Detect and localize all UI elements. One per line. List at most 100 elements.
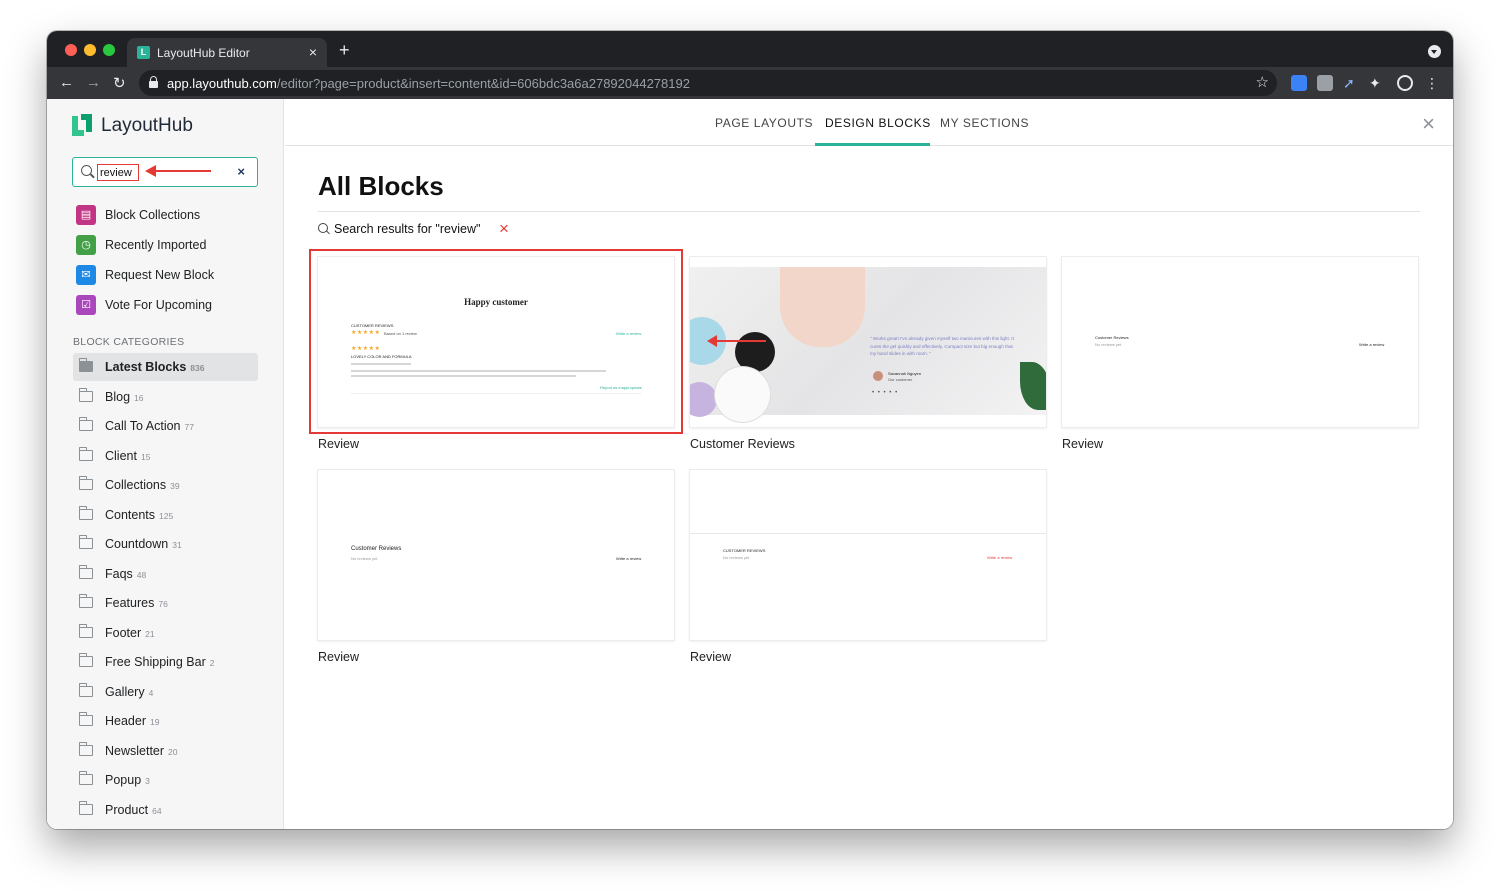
category-contents[interactable]: Contents 125 xyxy=(73,501,258,529)
category-client[interactable]: Client 15 xyxy=(73,442,258,470)
category-latest-blocks[interactable]: Latest Blocks 836 xyxy=(73,353,258,381)
top-navigation: PAGE LAYOUTS DESIGN BLOCKS MY SECTIONS × xyxy=(285,99,1453,146)
forward-arrow-icon[interactable]: → xyxy=(86,74,101,91)
jar-image xyxy=(690,382,717,417)
search-icon xyxy=(318,223,328,233)
reload-icon[interactable]: ↻ xyxy=(113,74,126,92)
folder-icon xyxy=(79,683,93,697)
category-product[interactable]: Product 64 xyxy=(73,796,258,824)
thumb-subtitle: No reviews yet xyxy=(351,556,378,561)
back-arrow-icon[interactable]: ← xyxy=(59,74,74,91)
block-card-label: Review xyxy=(318,437,359,451)
category-label: Client xyxy=(105,449,137,463)
address-bar[interactable]: app.layouthub.com/editor?page=product&in… xyxy=(139,70,1277,96)
block-card[interactable]: CUSTOMER REVIEWS No reviews yet Write a … xyxy=(690,470,1046,670)
browser-window: L LayoutHub Editor × + ← → ↻ app.layouth… xyxy=(47,31,1453,829)
minimize-window-button[interactable] xyxy=(84,44,96,56)
block-categories-heading: BLOCK CATEGORIES xyxy=(73,336,185,348)
category-features[interactable]: Features 76 xyxy=(73,589,258,617)
category-label: Call To Action xyxy=(105,419,181,433)
category-call-to-action[interactable]: Call To Action 77 xyxy=(73,412,258,440)
close-window-button[interactable] xyxy=(65,44,77,56)
more-vertical-icon[interactable]: ⋮ xyxy=(1425,75,1441,91)
block-search-box[interactable]: × xyxy=(72,157,258,187)
extension-icon[interactable] xyxy=(1317,75,1333,91)
tab-title: LayoutHub Editor xyxy=(157,46,250,60)
block-search-input[interactable] xyxy=(97,164,139,181)
tab-close-icon[interactable]: × xyxy=(309,44,317,60)
mail-icon: ✉ xyxy=(76,265,96,285)
active-tab-indicator xyxy=(815,143,930,146)
block-thumbnail[interactable]: Customer Reviews No reviews yet Write a … xyxy=(318,470,674,640)
puzzle-icon[interactable]: ✦ xyxy=(1369,75,1385,91)
layouthub-favicon-icon: L xyxy=(137,46,150,59)
category-label: Newsletter xyxy=(105,744,165,758)
layouthub-logo-icon xyxy=(72,114,94,136)
category-footer[interactable]: Footer 21 xyxy=(73,619,258,647)
browser-tab[interactable]: L LayoutHub Editor × xyxy=(127,38,327,67)
sidebar-item-label: Request New Block xyxy=(105,268,215,282)
block-thumbnail[interactable]: Customer Reviews No reviews yet Write a … xyxy=(1062,257,1418,427)
block-card[interactable]: Customer Reviews No reviews yet Write a … xyxy=(1062,257,1418,457)
category-gallery[interactable]: Gallery 4 xyxy=(73,678,258,706)
thumb-write-link: Write a review xyxy=(1359,342,1385,347)
category-count: 15 xyxy=(140,452,151,462)
category-popup[interactable]: Popup 3 xyxy=(73,766,258,794)
thumb-title: CUSTOMER REVIEWS xyxy=(723,548,766,553)
logo-text: LayoutHub xyxy=(101,115,193,136)
carousel-dots: • • • • • xyxy=(872,390,899,396)
block-thumbnail[interactable]: CUSTOMER REVIEWS No reviews yet Write a … xyxy=(690,470,1046,640)
category-label: Free Shipping Bar xyxy=(105,655,206,669)
clear-search-icon[interactable]: × xyxy=(237,164,245,179)
category-free-shipping-bar[interactable]: Free Shipping Bar 2 xyxy=(73,648,258,676)
rocket-icon[interactable]: ➚ xyxy=(1343,75,1359,91)
folder-icon xyxy=(79,742,93,756)
category-count: 836 xyxy=(190,363,205,373)
profile-avatar-icon[interactable] xyxy=(1397,75,1413,91)
category-blog[interactable]: Blog 16 xyxy=(73,383,258,411)
category-label: Latest Blocks xyxy=(105,360,187,374)
thumb-write-link: Write a review xyxy=(616,556,642,561)
category-countdown[interactable]: Countdown 31 xyxy=(73,530,258,558)
category-label: Footer xyxy=(105,626,142,640)
category-collections[interactable]: Collections 39 xyxy=(73,471,258,499)
tab-my-sections[interactable]: MY SECTIONS xyxy=(940,116,1029,130)
category-label: Product xyxy=(105,803,149,817)
category-label: Contents xyxy=(105,508,156,522)
category-newsletter[interactable]: Newsletter 20 xyxy=(73,737,258,765)
tab-page-layouts[interactable]: PAGE LAYOUTS xyxy=(715,116,813,130)
thumb-role: Our customer xyxy=(888,377,913,382)
block-card[interactable]: " Works great! I've already given myself… xyxy=(690,257,1046,457)
sidebar-item-label: Recently Imported xyxy=(105,238,207,252)
extension-icon[interactable] xyxy=(1291,75,1307,91)
folder-icon xyxy=(79,358,93,372)
clear-results-icon[interactable]: × xyxy=(499,219,509,239)
new-tab-button[interactable]: + xyxy=(339,41,350,59)
category-label: Features xyxy=(105,596,155,610)
category-faqs[interactable]: Faqs 48 xyxy=(73,560,258,588)
bookmark-star-icon[interactable]: ☆ xyxy=(1256,73,1269,91)
category-count: 3 xyxy=(145,776,150,786)
maximize-window-button[interactable] xyxy=(103,44,115,56)
tab-search-icon[interactable] xyxy=(1428,45,1441,58)
tab-design-blocks[interactable]: DESIGN BLOCKS xyxy=(825,116,931,130)
block-card[interactable]: Customer Reviews No reviews yet Write a … xyxy=(318,470,674,670)
category-count: 4 xyxy=(148,688,154,698)
divider xyxy=(690,533,1046,534)
category-label: Countdown xyxy=(105,537,169,551)
folder-icon xyxy=(79,417,93,431)
category-header[interactable]: Header 19 xyxy=(73,707,258,735)
folder-icon xyxy=(79,476,93,490)
sidebar-item-label: Vote For Upcoming xyxy=(105,298,212,312)
checkbox-icon: ☑ xyxy=(76,295,96,315)
category-label: Popup xyxy=(105,773,142,787)
folder-icon xyxy=(79,771,93,785)
block-thumbnail[interactable]: " Works great! I've already given myself… xyxy=(690,257,1046,427)
category-count: 2 xyxy=(209,658,215,668)
close-icon[interactable]: × xyxy=(1422,111,1435,137)
avatar xyxy=(873,371,883,381)
category-count: 39 xyxy=(170,481,180,491)
category-label: Faqs xyxy=(105,567,133,581)
folder-icon xyxy=(79,535,93,549)
category-count: 16 xyxy=(134,393,144,403)
